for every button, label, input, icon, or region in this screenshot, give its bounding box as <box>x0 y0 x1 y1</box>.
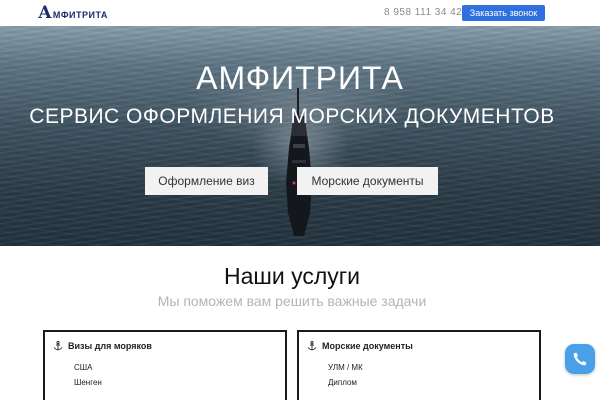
phone-number[interactable]: 8 958 111 34 42 <box>384 7 462 18</box>
services-subtitle: Мы поможем вам решить важные задачи <box>157 293 427 309</box>
service-item-usa[interactable]: США <box>74 363 92 372</box>
hero-title: АМФИТРИТА <box>196 60 404 96</box>
request-call-button[interactable]: Заказать звонок <box>462 5 545 21</box>
hero-subtitle: СЕРВИС ОФОРМЛЕНИЯ МОРСКИХ ДОКУМЕНТОВ <box>29 105 555 128</box>
hero-section: АМФИТРИТА СЕРВИС ОФОРМЛЕНИЯ МОРСКИХ ДОКУ… <box>0 26 600 246</box>
logo[interactable]: А МФИТРИТА <box>38 4 108 22</box>
marine-documents-button[interactable]: Морские документы <box>297 167 438 195</box>
service-item-diploma[interactable]: Диплом <box>328 378 357 387</box>
service-item-ulm-mk[interactable]: УЛМ / МК <box>328 363 363 372</box>
logo-text: МФИТРИТА <box>52 10 108 20</box>
card-title: Визы для моряков <box>68 341 152 351</box>
service-card-visas[interactable]: Визы для моряков США Шенген <box>43 330 287 400</box>
site-header: А МФИТРИТА 8 958 111 34 42 Заказать звон… <box>0 0 600 26</box>
service-item-schengen[interactable]: Шенген <box>74 378 102 387</box>
services-title: Наши услуги <box>224 263 360 289</box>
phone-icon <box>573 352 587 366</box>
logo-initial: А <box>38 3 52 23</box>
card-header: Визы для моряков <box>53 341 152 351</box>
service-card-marine-documents[interactable]: Морские документы УЛМ / МК Диплом <box>297 330 541 400</box>
floating-call-button[interactable] <box>565 344 595 374</box>
anchor-icon <box>307 341 317 351</box>
card-title: Морские документы <box>322 341 413 351</box>
anchor-icon <box>53 341 63 351</box>
visa-button[interactable]: Оформление виз <box>145 167 268 195</box>
card-header: Морские документы <box>307 341 413 351</box>
